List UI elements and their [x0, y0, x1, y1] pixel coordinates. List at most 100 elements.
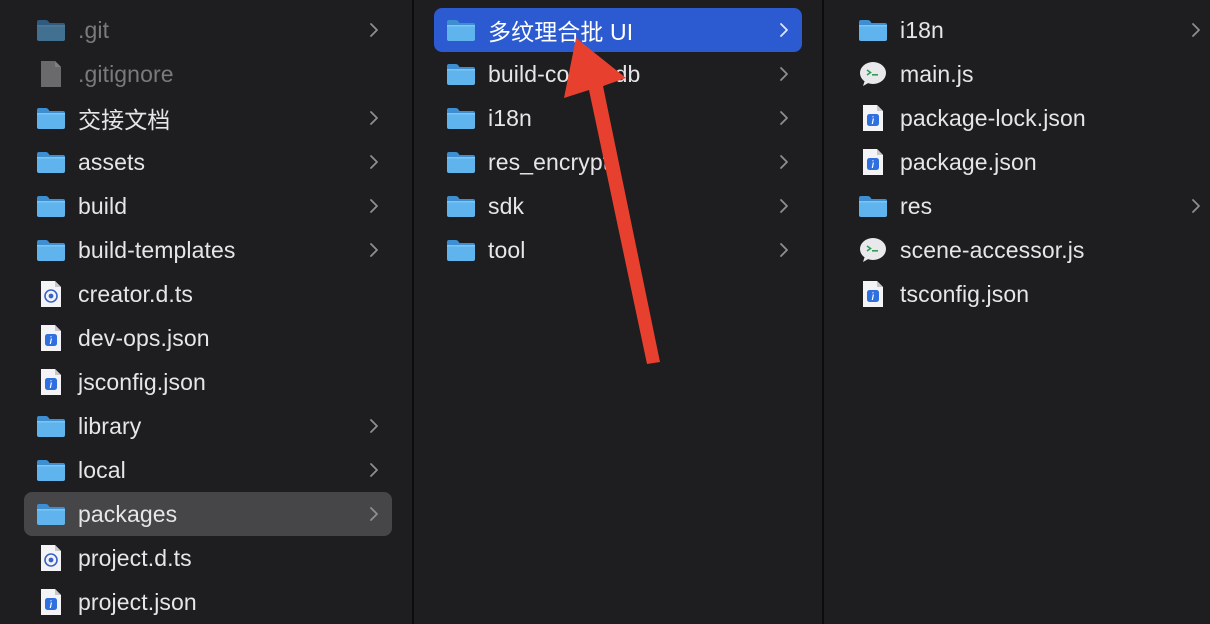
folder-icon [446, 193, 476, 219]
chevron-right-icon [368, 417, 380, 435]
item-label: tsconfig.json [900, 280, 1030, 307]
column-3[interactable]: i18n main.js package-lock.json package.json… [824, 0, 1210, 624]
column-1[interactable]: .git .gitignore 交接文档 assets build build-templ… [0, 0, 412, 624]
item-label: res_encrypt [488, 148, 610, 175]
item-label: build-templates [78, 236, 236, 263]
chevron-right-icon [778, 109, 790, 127]
folder-icon [36, 17, 66, 43]
chevron-right-icon [368, 197, 380, 215]
column-2[interactable]: 多纹理合批 UI build-config-db i18n res_encryptsd… [414, 0, 822, 624]
folder-icon [446, 61, 476, 87]
item-label: library [78, 412, 142, 439]
chevron-right-icon [368, 505, 380, 523]
json-file-icon [36, 589, 66, 615]
chevron-right-icon [778, 241, 790, 259]
item-label: dev-ops.json [78, 324, 210, 351]
list-item-main-js[interactable]: main.js [846, 52, 1210, 96]
item-label: creator.d.ts [78, 280, 193, 307]
list-item-dev-ops-json[interactable]: dev-ops.json [24, 316, 392, 360]
list-item-res-encrypt[interactable]: res_encrypt [434, 140, 802, 184]
item-label: scene-accessor.js [900, 236, 1085, 263]
chevron-right-icon [368, 109, 380, 127]
list-item-project-json[interactable]: project.json [24, 580, 392, 624]
chevron-right-icon [1190, 197, 1202, 215]
item-label: package-lock.json [900, 104, 1086, 131]
item-label: i18n [488, 104, 532, 131]
folder-icon [36, 413, 66, 439]
chevron-right-icon [778, 153, 790, 171]
json-file-icon [858, 281, 888, 307]
list-item-gitignore[interactable]: .gitignore [24, 52, 392, 96]
list-item-git[interactable]: .git [24, 8, 392, 52]
item-label: tool [488, 236, 526, 263]
chevron-right-icon [368, 241, 380, 259]
chevron-right-icon [368, 153, 380, 171]
list-item-build[interactable]: build [24, 184, 392, 228]
chevron-right-icon [368, 21, 380, 39]
item-label: build [78, 192, 128, 219]
file-icon [36, 61, 66, 87]
folder-icon [36, 149, 66, 175]
list-item-ui[interactable]: 多纹理合批 UI [434, 8, 802, 52]
file-list: 多纹理合批 UI build-config-db i18n res_encryptsd… [414, 0, 822, 272]
item-label: jsconfig.json [78, 368, 206, 395]
item-label: packages [78, 500, 178, 527]
json-file-icon [36, 325, 66, 351]
item-label: i18n [900, 16, 944, 43]
list-item-library[interactable]: library [24, 404, 392, 448]
finder-column-browser: .git .gitignore 交接文档 assets build build-templ… [0, 0, 1210, 624]
chevron-right-icon [778, 65, 790, 83]
list-item-res[interactable]: res [846, 184, 1210, 228]
folder-icon [36, 501, 66, 527]
item-label: project.json [78, 588, 197, 615]
folder-icon [446, 17, 476, 43]
list-item-i18n[interactable]: i18n [846, 8, 1210, 52]
list-item-scene-accessor-js[interactable]: scene-accessor.js [846, 228, 1210, 272]
file-list: i18n main.js package-lock.json package.json… [824, 0, 1210, 316]
folder-icon [858, 193, 888, 219]
item-label: .git [78, 16, 110, 43]
chevron-right-icon [368, 461, 380, 479]
file-list: .git .gitignore 交接文档 assets build build-templ… [0, 0, 412, 624]
item-label: project.d.ts [78, 544, 192, 571]
chevron-right-icon [778, 197, 790, 215]
list-item-build-config-db[interactable]: build-config-db [434, 52, 802, 96]
wechat-js-file-icon [858, 61, 888, 87]
list-item-build-templates[interactable]: build-templates [24, 228, 392, 272]
chevron-right-icon [778, 21, 790, 39]
list-item-local[interactable]: local [24, 448, 392, 492]
list-item-sdk[interactable]: sdk [434, 184, 802, 228]
list-item-packages[interactable]: packages [24, 492, 392, 536]
list-item-package-lock-json[interactable]: package-lock.json [846, 96, 1210, 140]
ts-file-icon [36, 545, 66, 571]
list-item-assets[interactable]: assets [24, 140, 392, 184]
item-label: package.json [900, 148, 1037, 175]
folder-icon [36, 457, 66, 483]
folder-icon [446, 149, 476, 175]
item-label: local [78, 456, 126, 483]
list-item-i18n[interactable]: i18n [434, 96, 802, 140]
folder-icon [858, 17, 888, 43]
item-label: main.js [900, 60, 974, 87]
list-item-project-d-ts[interactable]: project.d.ts [24, 536, 392, 580]
json-file-icon [858, 105, 888, 131]
item-label: 多纹理合批 UI [488, 19, 634, 45]
item-label: res [900, 192, 933, 219]
list-item-package-json[interactable]: package.json [846, 140, 1210, 184]
item-label: .gitignore [78, 60, 174, 87]
folder-icon [446, 237, 476, 263]
chevron-right-icon [1190, 21, 1202, 39]
list-item-tool[interactable]: tool [434, 228, 802, 272]
folder-icon [36, 237, 66, 263]
list-item-item-2[interactable]: 交接文档 [24, 96, 392, 140]
item-label: 交接文档 [78, 107, 171, 133]
folder-icon [446, 105, 476, 131]
list-item-creator-d-ts[interactable]: creator.d.ts [24, 272, 392, 316]
item-label: assets [78, 148, 146, 175]
ts-file-icon [36, 281, 66, 307]
folder-icon [36, 105, 66, 131]
list-item-jsconfig-json[interactable]: jsconfig.json [24, 360, 392, 404]
item-label: sdk [488, 192, 525, 219]
json-file-icon [858, 149, 888, 175]
list-item-tsconfig-json[interactable]: tsconfig.json [846, 272, 1210, 316]
